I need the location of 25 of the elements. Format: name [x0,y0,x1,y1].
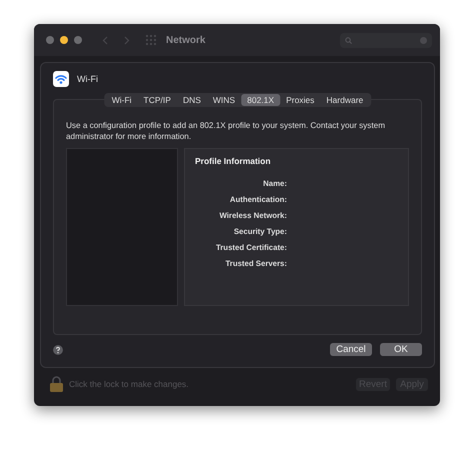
back-icon[interactable] [102,36,108,44]
tab[interactable]: DNS [176,94,207,106]
tab[interactable]: 802.1X [241,94,280,106]
clear-icon[interactable] [420,36,427,44]
profile-list[interactable] [66,148,178,306]
window-title: Network [166,34,206,46]
tab[interactable]: WINS [206,94,242,106]
tab[interactable]: Proxies [280,94,320,106]
search-icon [345,36,352,44]
cancel-button[interactable]: Cancel [330,343,372,356]
description-text: Use a configuration profile to add an 802.1X profile to your system. Contact your system administrator for more information. [66,120,386,142]
tab[interactable]: Hardware [320,94,370,106]
grid-icon[interactable] [146,35,156,45]
service-name: Wi-Fi [77,74,98,84]
tab[interactable]: Wi-Fi [106,94,138,106]
search-field[interactable] [340,32,432,48]
forward-icon[interactable] [124,36,130,44]
wifi-icon [53,71,69,87]
window-control[interactable] [60,36,68,44]
lock-message: Click the lock to make changes. [69,379,189,389]
lock-icon[interactable] [50,376,63,392]
help-icon[interactable] [53,344,63,354]
panel-title: Profile Information [195,156,272,166]
tab[interactable]: TCP/IP [138,94,177,106]
default-button[interactable]: OK [380,343,422,356]
